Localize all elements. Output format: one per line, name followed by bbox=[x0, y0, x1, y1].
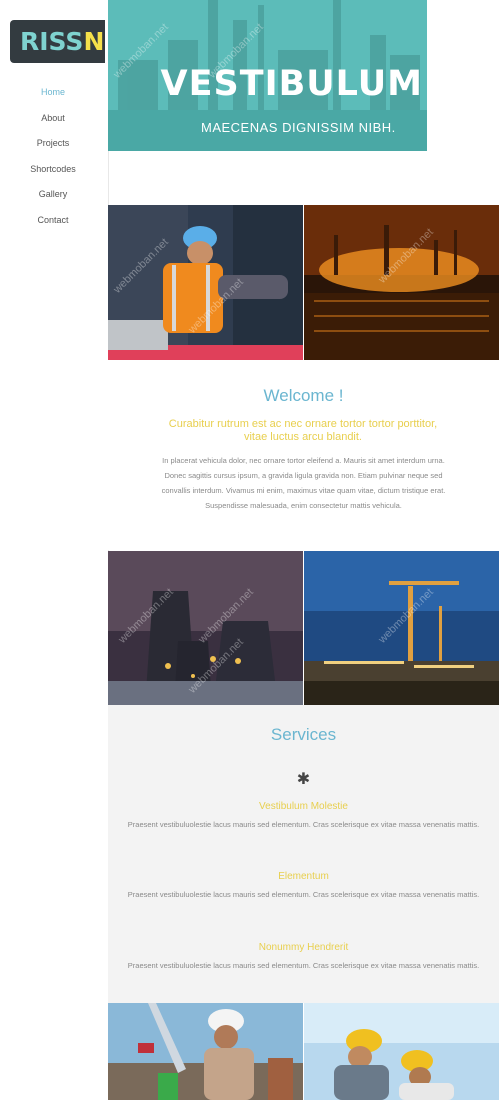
main-content: VESTIBULUM MAECENAS DIGNISSIM NIBH. Welc… bbox=[108, 0, 500, 1100]
nav-item-contact[interactable]: Contact bbox=[0, 208, 106, 234]
workers-hardhats-photo[interactable] bbox=[304, 1003, 499, 1100]
service-heading: Nonummy Hendrerit bbox=[258, 942, 349, 953]
refinery-night-photo[interactable] bbox=[304, 205, 499, 360]
worker-photo[interactable] bbox=[108, 205, 303, 360]
nav-item-home[interactable]: Home bbox=[0, 80, 106, 106]
welcome-body: In placerat vehicula dolor, nec ornare t… bbox=[161, 456, 446, 510]
service-text: Praesent vestibuluolestie lacus mauris s… bbox=[127, 961, 480, 970]
nav-item-gallery[interactable]: Gallery bbox=[0, 182, 106, 208]
power-plant-photo[interactable] bbox=[108, 551, 303, 706]
nav-item-about[interactable]: About bbox=[0, 106, 106, 132]
logo[interactable]: RISSNE bbox=[10, 20, 105, 63]
hero-title: VESTIBULUM bbox=[160, 64, 423, 104]
logo-part-1: RISS bbox=[20, 27, 84, 56]
photo-row-3 bbox=[108, 1003, 499, 1100]
service-text: Praesent vestibuluolestie lacus mauris s… bbox=[127, 820, 480, 829]
photo-row-1 bbox=[108, 205, 499, 360]
nav-item-projects[interactable]: Projects bbox=[0, 131, 106, 157]
asterisk-icon: ✱ bbox=[296, 771, 311, 788]
service-heading: Vestibulum Molestie bbox=[259, 801, 348, 812]
main-nav: Home About Projects Shortcodes Gallery C… bbox=[0, 80, 106, 234]
service-text: Praesent vestibuluolestie lacus mauris s… bbox=[127, 890, 480, 899]
hero-banner: VESTIBULUM MAECENAS DIGNISSIM NIBH. bbox=[108, 0, 427, 151]
engineer-photo[interactable] bbox=[108, 1003, 303, 1100]
services-section: Services ✱ Vestibulum Molestie Praesent … bbox=[108, 705, 499, 1003]
welcome-section: Welcome ! Curabitur rutrum est ac nec or… bbox=[108, 360, 499, 550]
services-title: Services bbox=[270, 725, 337, 744]
logo-part-2: NE bbox=[83, 27, 105, 56]
sidebar: RISSNE Home About Projects Shortcodes Ga… bbox=[0, 0, 109, 1100]
crane-site-photo[interactable] bbox=[304, 551, 499, 706]
welcome-title: Welcome ! bbox=[263, 386, 344, 405]
service-heading: Elementum bbox=[278, 871, 329, 882]
nav-item-shortcodes[interactable]: Shortcodes bbox=[0, 157, 106, 183]
photo-row-2 bbox=[108, 551, 499, 706]
welcome-subtitle: Curabitur rutrum est ac nec ornare torto… bbox=[168, 418, 438, 443]
hero-subtitle: MAECENAS DIGNISSIM NIBH. bbox=[201, 120, 396, 135]
